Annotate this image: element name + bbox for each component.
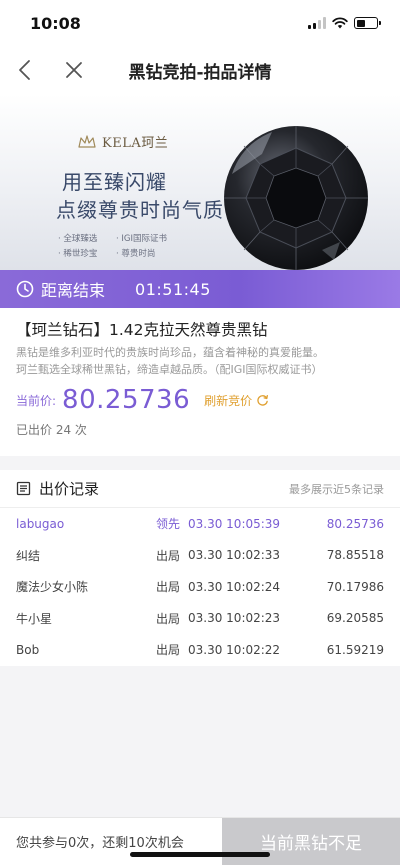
product-desc-line: 黑钻是维多利亚时代的贵族时尚珍品，蕴含着神秘的真爱能量。 xyxy=(16,346,324,359)
status-time: 10:08 xyxy=(30,13,81,33)
black-diamond-image xyxy=(224,126,368,270)
close-icon[interactable] xyxy=(62,58,86,82)
bid-time: 03.30 10:02:33 xyxy=(188,548,281,563)
bid-records-note: 最多展示近5条记录 xyxy=(289,482,384,496)
bid-time: 03.30 10:02:23 xyxy=(188,611,281,626)
banner-slogan-line1: 用至臻闪耀 xyxy=(62,170,167,194)
bid-record-row: 纠结 出局 03.30 10:02:33 78.85518 xyxy=(0,540,400,572)
bid-price: 70.17986 xyxy=(326,579,384,594)
banner-tag: · 全球臻选 xyxy=(58,234,98,244)
bidder-name: labugao xyxy=(16,516,65,531)
home-indicator xyxy=(130,852,270,857)
participation-info: 您共参与0次，还剩10次机会 xyxy=(16,836,184,851)
banner-tags: · 全球臻选 · IGI国际证书 · 稀世珍宝 · 尊贵时尚 xyxy=(58,232,186,259)
countdown-label: 距离结束 xyxy=(41,281,106,300)
product-desc-line: 珂兰甄选全球稀世黑钻，缔造卓越品质。（配IGI国际权威证书） xyxy=(16,363,323,376)
product-title: 【珂兰钻石】1.42克拉天然尊贵黑钻 xyxy=(16,321,268,339)
crown-logo-icon xyxy=(78,134,96,148)
bidder-name: 纠结 xyxy=(16,548,41,563)
bidder-name: Bob xyxy=(16,642,40,657)
bid-status: 出局 xyxy=(156,643,181,658)
bid-status: 出局 xyxy=(156,580,181,595)
countdown-bar: 距离结束 01:51:45 xyxy=(0,270,400,308)
banner-slogan-line2: 点缀尊贵时尚气质 xyxy=(56,198,224,222)
banner-tag: · 尊贵时尚 xyxy=(116,249,156,259)
bid-time: 03.30 10:02:22 xyxy=(188,642,281,657)
product-info: 【珂兰钻石】1.42克拉天然尊贵黑钻 黑钻是维多利亚时代的贵族时尚珍品，蕴含着神… xyxy=(0,308,400,456)
battery-icon xyxy=(354,17,381,29)
bid-records: 出价记录 最多展示近5条记录 labugao 领先 03.30 10:05:39… xyxy=(0,470,400,666)
bid-button[interactable]: 当前黑钻不足 xyxy=(222,818,400,865)
clock-icon xyxy=(16,280,34,298)
refresh-icon xyxy=(257,394,269,406)
list-icon xyxy=(16,481,31,496)
bid-status: 领先 xyxy=(156,517,181,532)
current-price-label: 当前价: xyxy=(16,393,57,408)
banner-tag: · 稀世珍宝 xyxy=(58,249,98,259)
brand-name: KELA珂兰 xyxy=(102,136,169,151)
bid-price: 78.85518 xyxy=(326,548,384,563)
status-icons xyxy=(308,17,381,29)
bidder-name: 牛小星 xyxy=(16,611,53,626)
bid-record-row: 牛小星 出局 03.30 10:02:23 69.20585 xyxy=(0,603,400,635)
bottom-action-bar: 您共参与0次，还剩10次机会 当前黑钻不足 xyxy=(0,817,400,865)
brand-logo: KELA珂兰 xyxy=(78,132,168,151)
bid-time: 03.30 10:05:39 xyxy=(188,516,281,531)
product-banner: KELA珂兰 用至臻闪耀 点缀尊贵时尚气质 · 全球臻选 · IGI国际证书 ·… xyxy=(0,94,400,270)
bid-record-row: Bob 出局 03.30 10:02:22 61.59219 xyxy=(0,634,400,666)
bid-count: 已出价 24 次 xyxy=(16,423,87,437)
refresh-bid-label: 刷新竞价 xyxy=(204,393,253,408)
banner-tag: · IGI国际证书 xyxy=(116,234,168,244)
bid-record-row: 魔法少女小陈 出局 03.30 10:02:24 70.17986 xyxy=(0,571,400,603)
bid-price: 69.20585 xyxy=(326,611,384,626)
bid-records-header: 出价记录 最多展示近5条记录 xyxy=(0,470,400,508)
countdown-time: 01:51:45 xyxy=(135,279,211,299)
bid-price: 80.25736 xyxy=(326,516,384,531)
refresh-bid-button[interactable]: 刷新竞价 xyxy=(204,392,269,409)
wifi-icon xyxy=(332,17,348,29)
status-bar: 10:08 xyxy=(0,0,400,46)
bid-records-title: 出价记录 xyxy=(39,480,100,498)
bid-time: 03.30 10:02:24 xyxy=(188,579,281,594)
bid-records-title-group: 出价记录 xyxy=(16,478,99,499)
bid-price: 61.59219 xyxy=(326,642,384,657)
nav-bar: 黑钻竞拍-拍品详情 xyxy=(0,46,400,94)
bid-status: 出局 xyxy=(156,611,181,626)
current-price: 80.25736 xyxy=(62,385,191,415)
cellular-signal-icon xyxy=(308,17,326,29)
back-arrow-icon[interactable] xyxy=(14,58,38,82)
bidder-name: 魔法少女小陈 xyxy=(16,580,89,595)
price-row: 当前价: 80.25736 刷新竞价 xyxy=(16,385,384,415)
bid-status: 出局 xyxy=(156,548,181,563)
product-description: 黑钻是维多利亚时代的贵族时尚珍品，蕴含着神秘的真爱能量。 珂兰甄选全球稀世黑钻，… xyxy=(16,344,384,378)
bid-record-row: labugao 领先 03.30 10:05:39 80.25736 xyxy=(0,508,400,540)
page-title: 黑钻竞拍-拍品详情 xyxy=(128,62,272,83)
